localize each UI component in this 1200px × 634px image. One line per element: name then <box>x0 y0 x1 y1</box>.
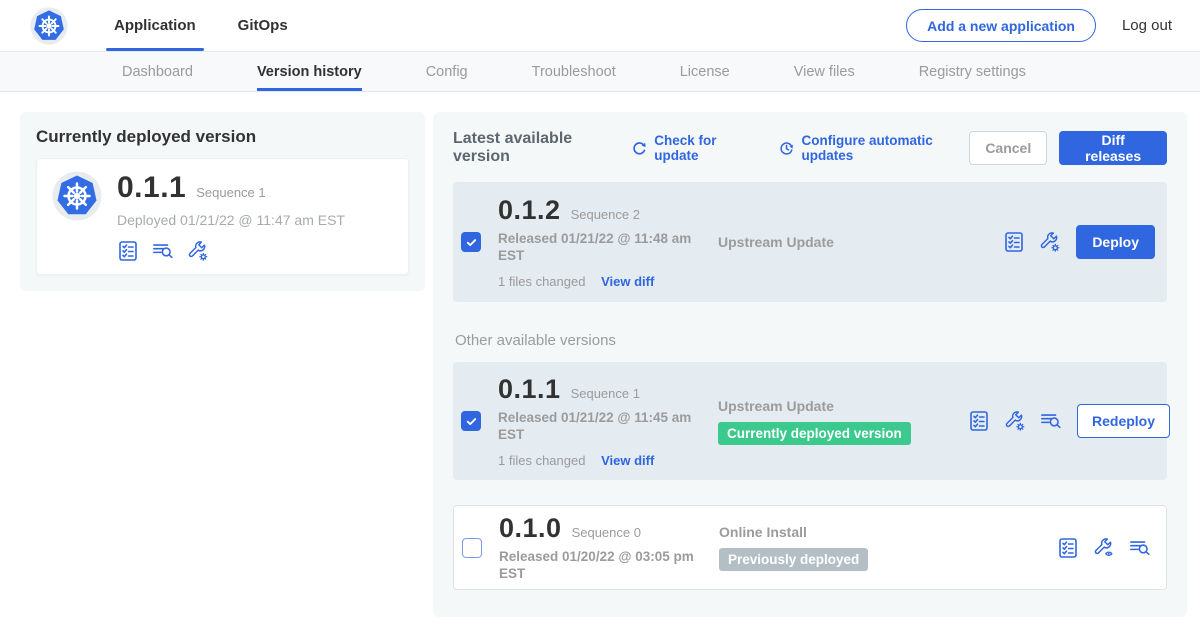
version-number: 0.1.2 <box>498 195 561 226</box>
currently-deployed-title: Currently deployed version <box>36 127 409 147</box>
deploy-logs-icon[interactable] <box>1040 410 1062 432</box>
subtab-config[interactable]: Config <box>426 52 468 91</box>
configure-auto-updates-link[interactable]: Configure automatic updates <box>778 133 969 163</box>
redeploy-button[interactable]: Redeploy <box>1077 404 1170 438</box>
released-timestamp: Released 01/21/22 @ 11:45 am EST <box>498 410 696 444</box>
app-sub-navigation: Dashboard Version history Config Trouble… <box>0 51 1200 92</box>
version-number: 0.1.1 <box>498 374 561 405</box>
deployed-version-card: 0.1.1 Sequence 1 Deployed 01/21/22 @ 11:… <box>36 158 409 275</box>
refresh-icon <box>631 140 648 157</box>
version-row-0-1-1: 0.1.1 Sequence 1 Released 01/21/22 @ 11:… <box>453 362 1167 480</box>
subtab-dashboard[interactable]: Dashboard <box>122 52 193 91</box>
tab-gitops[interactable]: GitOps <box>238 0 288 51</box>
preflight-checks-icon[interactable] <box>968 410 990 432</box>
sequence-label: Sequence 2 <box>571 207 640 222</box>
version-source-label: Upstream Update <box>718 234 968 250</box>
previously-deployed-badge: Previously deployed <box>719 548 868 571</box>
kubernetes-app-icon <box>52 171 102 221</box>
tab-application[interactable]: Application <box>114 0 196 51</box>
check-for-update-link[interactable]: Check for update <box>631 133 752 163</box>
released-timestamp: Released 01/21/22 @ 11:48 am EST <box>498 231 696 265</box>
sequence-label: Sequence 0 <box>572 525 641 540</box>
deployed-sequence-label: Sequence 1 <box>196 185 265 200</box>
auto-update-clock-icon <box>778 140 795 157</box>
latest-version-header: Latest available version Check for updat… <box>453 130 1167 166</box>
kubernetes-logo <box>30 7 68 45</box>
other-versions-title: Other available versions <box>455 332 1167 349</box>
version-checkbox[interactable] <box>461 411 481 431</box>
sequence-label: Sequence 1 <box>571 386 640 401</box>
logout-link[interactable]: Log out <box>1122 17 1172 34</box>
top-right-actions: Add a new application Log out <box>906 9 1172 42</box>
subtab-registry-settings[interactable]: Registry settings <box>919 52 1026 91</box>
files-changed-label: 1 files changed <box>498 453 585 468</box>
version-number: 0.1.0 <box>499 513 562 544</box>
edit-config-icon[interactable] <box>1039 231 1061 253</box>
view-diff-link[interactable]: View diff <box>601 274 654 289</box>
deploy-logs-icon[interactable] <box>1129 537 1151 559</box>
top-tabs: Application GitOps <box>114 0 288 51</box>
version-source-label: Online Install <box>719 524 969 540</box>
released-timestamp: Released 01/20/22 @ 03:05 pm EST <box>499 549 697 583</box>
version-history-panel: Latest available version Check for updat… <box>433 112 1187 617</box>
preflight-checks-icon[interactable] <box>117 240 139 262</box>
view-diff-link[interactable]: View diff <box>601 453 654 468</box>
top-navigation: Application GitOps Add a new application… <box>0 0 1200 51</box>
subtab-version-history[interactable]: Version history <box>257 52 362 91</box>
view-config-icon[interactable] <box>1093 537 1115 559</box>
diff-releases-button[interactable]: Diff releases <box>1059 131 1167 165</box>
add-new-application-button[interactable]: Add a new application <box>906 9 1096 42</box>
currently-deployed-badge: Currently deployed version <box>718 422 911 445</box>
subtab-troubleshoot[interactable]: Troubleshoot <box>532 52 616 91</box>
edit-config-icon[interactable] <box>1004 410 1026 432</box>
configure-auto-updates-label: Configure automatic updates <box>801 133 969 163</box>
deployed-version-number: 0.1.1 <box>117 171 186 205</box>
version-checkbox[interactable] <box>461 232 481 252</box>
preflight-checks-icon[interactable] <box>1057 537 1079 559</box>
deploy-button[interactable]: Deploy <box>1076 225 1155 259</box>
latest-version-title: Latest available version <box>453 130 617 166</box>
edit-config-icon[interactable] <box>187 240 209 262</box>
preflight-checks-icon[interactable] <box>1003 231 1025 253</box>
deploy-logs-icon[interactable] <box>152 240 174 262</box>
subtab-view-files[interactable]: View files <box>794 52 855 91</box>
files-changed-label: 1 files changed <box>498 274 585 289</box>
version-checkbox[interactable] <box>462 538 482 558</box>
deployed-timestamp: Deployed 01/21/22 @ 11:47 am EST <box>117 212 345 228</box>
version-row-0-1-0: 0.1.0 Sequence 0 Released 01/20/22 @ 03:… <box>453 505 1167 590</box>
subtab-license[interactable]: License <box>680 52 730 91</box>
version-row-0-1-2: 0.1.2 Sequence 2 Released 01/21/22 @ 11:… <box>453 182 1167 302</box>
currently-deployed-panel: Currently deployed version 0.1.1 Sequenc… <box>20 112 425 291</box>
cancel-button[interactable]: Cancel <box>969 131 1047 165</box>
version-source-label: Upstream Update <box>718 398 968 414</box>
check-for-update-label: Check for update <box>654 133 752 163</box>
